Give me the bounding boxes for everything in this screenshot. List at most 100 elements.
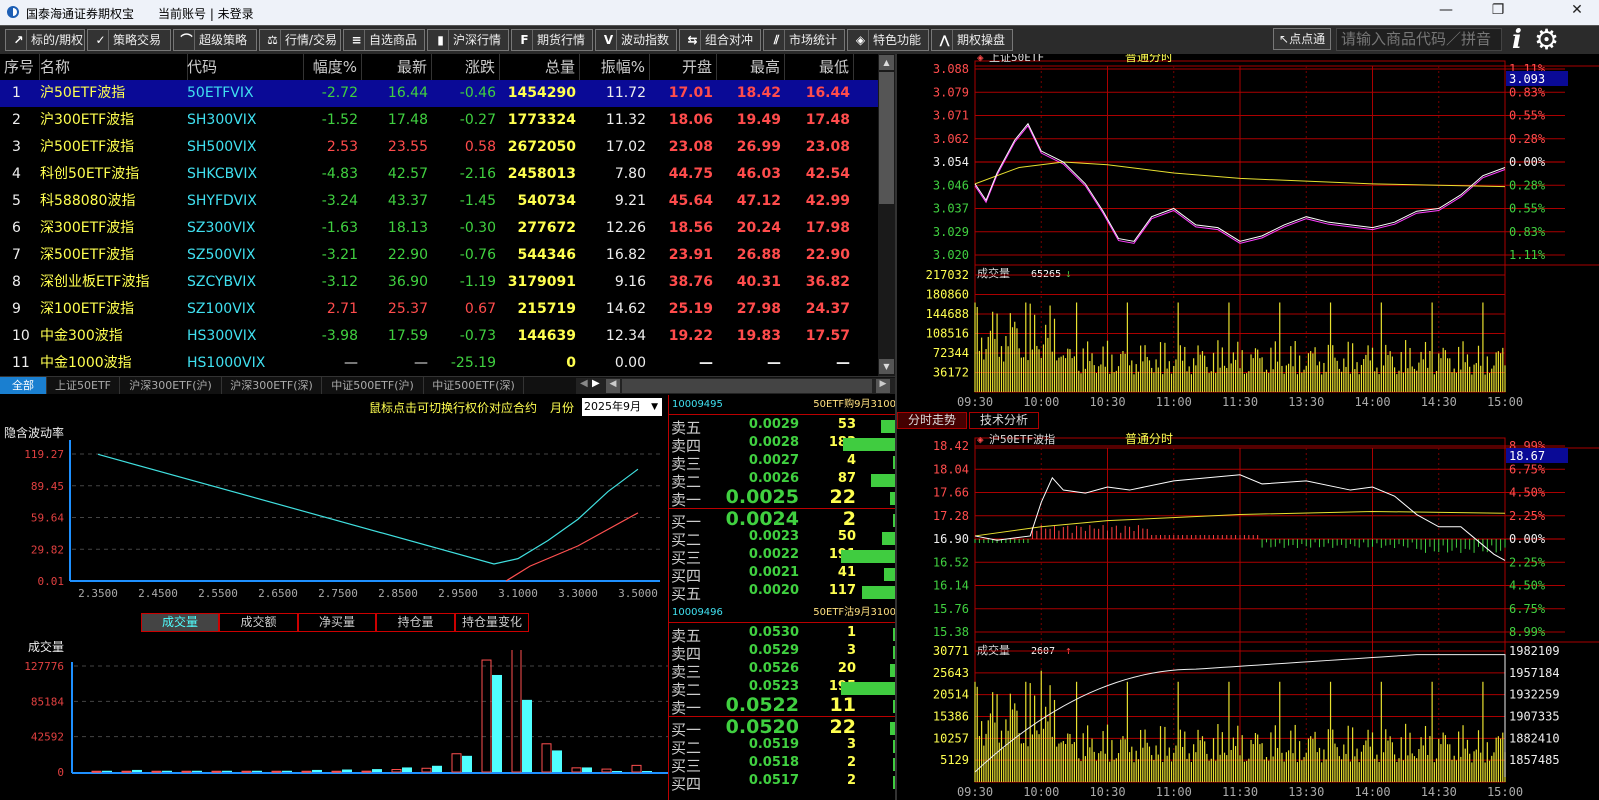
tab-underlying-2[interactable]: 沪深300ETF(沪): [120, 377, 222, 394]
table-row[interactable]: 1 沪50ETF波指 50ETFVIX -2.72 16.44 -0.46 1454290 1…: [0, 80, 878, 107]
orderbook-header[interactable]: 10009496 50ETF沽9月3100: [669, 603, 896, 623]
call-volume-bar: [301, 770, 312, 773]
option-code: 10009496: [672, 607, 723, 618]
toolbar-button-9[interactable]: ⫽ 市场统计: [763, 29, 845, 51]
search-input[interactable]: 请输入商品代码／拼音: [1336, 28, 1502, 51]
tab-underlying-1[interactable]: 上证50ETF: [47, 377, 120, 394]
level-volume-bar: [881, 532, 896, 545]
ask-level[interactable]: 卖一 0.0522 11: [669, 694, 896, 717]
column-header[interactable]: 代码: [187, 54, 304, 80]
month-select[interactable]: 2025年9月 ▼: [582, 398, 662, 416]
tab-underlying-5[interactable]: 中证500ETF(深): [424, 377, 524, 394]
column-header[interactable]: 幅度%: [303, 54, 362, 80]
bid-level[interactable]: 买三0.0022191: [669, 547, 896, 567]
hscroll-right-icon[interactable]: ▶: [876, 379, 890, 393]
volume-metric-button-3[interactable]: 持仓量: [376, 613, 455, 632]
cell-开盘: 23.08: [668, 139, 713, 155]
symbol-diamond-icon[interactable]: ◈: [977, 54, 984, 64]
ask-level[interactable]: 卖四0.0028183: [669, 435, 896, 455]
cell-序号: 5: [12, 193, 21, 209]
toolbar-button-2[interactable]: ⌒ 超级策略: [173, 29, 257, 51]
column-header[interactable]: 序号: [4, 54, 40, 80]
price-tick: 16.14: [933, 579, 969, 593]
bid-level[interactable]: 买二 0.0023 50: [669, 529, 896, 549]
call-volume-bar: [511, 650, 522, 773]
table-row[interactable]: 5 科588080波指 SHYFDVIX -3.24 43.37 -1.45 540734 9…: [0, 188, 878, 215]
tab-underlying-0[interactable]: 全部: [0, 377, 47, 394]
table-row[interactable]: 8 深创业板ETF波指 SZCYBVIX -3.12 36.90 -1.19 3179091…: [0, 269, 878, 296]
column-header[interactable]: 振幅%: [579, 54, 650, 80]
price-tick: 15.76: [933, 602, 969, 616]
table-row[interactable]: 2 沪300ETF波指 SH300VIX -1.52 17.48 -0.27 1773324…: [0, 107, 878, 134]
ask-level[interactable]: 卖五 0.0530 1: [669, 625, 896, 645]
table-row[interactable]: 7 深500ETF波指 SZ500VIX -3.21 22.90 -0.76 544346 1…: [0, 242, 878, 269]
bid-level[interactable]: 买一 0.0024 2: [669, 508, 896, 531]
volume-metric-button-2[interactable]: 净买量: [298, 613, 376, 632]
bid-level[interactable]: 买五 0.0020 117: [669, 583, 896, 603]
toolbar-button-8[interactable]: ⇆ 组合对冲: [679, 29, 761, 51]
ask-level[interactable]: 卖四 0.0529 3: [669, 643, 896, 663]
table-row[interactable]: 3 沪500ETF波指 SH500VIX 2.53 23.55 0.58 2672050 17…: [0, 134, 878, 161]
column-header[interactable]: 名称: [40, 54, 188, 80]
column-header[interactable]: 最高: [716, 54, 785, 80]
table-scrollbar[interactable]: ▲ ▼: [878, 54, 895, 376]
column-header[interactable]: 总量: [499, 54, 580, 80]
ask-level[interactable]: 卖五 0.0029 53: [669, 417, 896, 437]
account-status[interactable]: 当前账号 | 未登录: [158, 5, 254, 22]
info-icon[interactable]: i: [1512, 25, 1522, 55]
toolbar-button-4[interactable]: ≡ 自选商品: [343, 29, 425, 51]
bid-level[interactable]: 买一 0.0520 22: [669, 716, 896, 739]
table-row[interactable]: 10 中金300波指 HS300VIX -3.98 17.59 -0.73 144639 12…: [0, 323, 878, 350]
tabs-hscrollbar[interactable]: ◀ ▶ ◀ ▶: [576, 378, 896, 394]
close-button[interactable]: ✕: [1562, 2, 1592, 22]
toolbar-button-6[interactable]: F 期货行情: [511, 29, 593, 51]
column-header[interactable]: 最新: [362, 54, 432, 80]
table-row[interactable]: 4 科创50ETF波指 SHKCBVIX -4.83 42.57 -2.16 2458013…: [0, 161, 878, 188]
table-row[interactable]: 11 中金1000波指 HS1000VIX — — -25.19 0 0.00 — — —: [0, 350, 878, 377]
symbol-diamond-icon[interactable]: ◈: [977, 433, 984, 446]
toolbar-button-10[interactable]: ◈ 特色功能: [847, 29, 929, 51]
hscroll-thumb[interactable]: [622, 379, 872, 393]
chart-tab-1[interactable]: 技术分析: [969, 412, 1039, 429]
toolbar-button-5[interactable]: ▮ 沪深行情: [427, 29, 509, 51]
volume-metric-button-1[interactable]: 成交额: [219, 613, 298, 632]
toolbar-button-1[interactable]: ✓ 策略交易: [87, 29, 171, 51]
bid-level[interactable]: 买四 0.0021 41: [669, 565, 896, 585]
bid-level[interactable]: 买三 0.0518 2: [669, 755, 896, 775]
ask-level[interactable]: 卖三 0.0027 4: [669, 453, 896, 473]
diandiantong-button[interactable]: ↖点点通: [1273, 28, 1332, 50]
scroll-down-arrow-icon[interactable]: ▼: [879, 359, 894, 374]
volume-metric-button-0[interactable]: 成交量: [141, 613, 219, 632]
orderbook-header[interactable]: 10009495 50ETF购9月3100: [669, 395, 896, 415]
scroll-up-arrow-icon[interactable]: ▲: [879, 55, 894, 70]
minimize-button[interactable]: —: [1431, 2, 1461, 22]
tab-scroll-left-icon[interactable]: ◀: [580, 378, 588, 389]
top_chart-arrow-icon: ↓: [1065, 267, 1072, 280]
put-volume-bar: [162, 770, 172, 772]
bid-level[interactable]: 买四 0.0517 2: [669, 773, 896, 793]
restore-button[interactable]: ❐: [1483, 2, 1513, 22]
volume-metric-button-4[interactable]: 持仓量变化: [455, 613, 529, 632]
tab-scroll-right-icon[interactable]: ▶: [592, 378, 600, 389]
chart-tab-0[interactable]: 分时走势: [897, 412, 967, 429]
tab-underlying-4[interactable]: 中证500ETF(沪): [322, 377, 424, 394]
settings-gear-icon[interactable]: ⚙: [1534, 23, 1559, 56]
toolbar-icon: ⋀: [937, 30, 953, 50]
scroll-thumb[interactable]: [879, 72, 894, 204]
toolbar-button-0[interactable]: ↗ 标的/期权: [5, 29, 85, 51]
ask-level[interactable]: 卖三 0.0526 20: [669, 661, 896, 681]
hscroll-left-icon[interactable]: ◀: [606, 379, 620, 393]
toolbar-button-11[interactable]: ⋀ 期权操盘: [931, 29, 1013, 51]
table-row[interactable]: 9 深100ETF波指 SZ100VIX 2.71 25.37 0.67 215719 14.…: [0, 296, 878, 323]
toolbar-button-7[interactable]: V 波动指数: [595, 29, 677, 51]
bid-level[interactable]: 买二 0.0519 3: [669, 737, 896, 757]
toolbar-button-3[interactable]: ⚖ 行情/交易: [259, 29, 341, 51]
column-header[interactable]: 涨跌: [431, 54, 500, 80]
volume-y-tick: 127776: [24, 660, 64, 673]
table-row[interactable]: 6 深300ETF波指 SZ300VIX -1.63 18.13 -0.30 277672 1…: [0, 215, 878, 242]
cell-最新: 17.48: [387, 112, 428, 128]
tab-underlying-3[interactable]: 沪深300ETF(深): [222, 377, 322, 394]
column-header[interactable]: 最低: [784, 54, 854, 80]
ask-level[interactable]: 卖一 0.0025 22: [669, 486, 896, 509]
column-header[interactable]: 开盘: [649, 54, 717, 80]
